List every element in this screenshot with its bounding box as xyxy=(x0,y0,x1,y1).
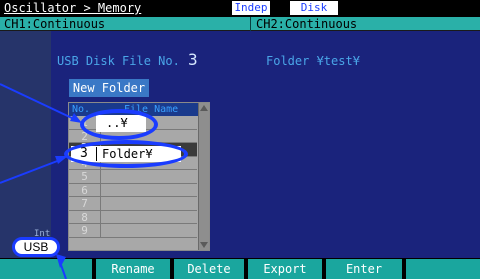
table-row[interactable]: 8 xyxy=(69,210,197,224)
table-row[interactable]: 5 xyxy=(69,170,197,184)
rename-button[interactable]: Rename xyxy=(96,259,170,279)
softkey-6[interactable] xyxy=(406,259,480,279)
softkey-bar: Rename Delete Export Enter xyxy=(0,258,480,279)
table-row[interactable]: 9 xyxy=(69,224,197,238)
scroll-up-icon[interactable] xyxy=(200,105,208,111)
folder-path: Folder ¥test¥ xyxy=(266,54,360,68)
disk-tag: Disk xyxy=(290,1,338,15)
ch1-status: CH1:Continuous xyxy=(4,17,106,31)
channel-divider xyxy=(250,17,251,31)
instrument-screen: Oscillator > Memory Indep Disk CH1:Conti… xyxy=(0,0,480,279)
table-row[interactable]: 7 xyxy=(69,197,197,211)
callout-ellipse-folder xyxy=(64,140,188,168)
file-number: 3 xyxy=(188,50,198,69)
table-row[interactable]: 6 xyxy=(69,183,197,197)
enter-button[interactable]: Enter xyxy=(326,259,402,279)
usb-button[interactable]: USB xyxy=(12,237,60,257)
row-number: 5 xyxy=(69,170,101,183)
callout-ellipse-parent xyxy=(80,109,158,140)
file-label: USB Disk File No. xyxy=(57,54,180,68)
row-number: 9 xyxy=(69,224,101,237)
softkey-1[interactable] xyxy=(0,259,92,279)
ch2-status: CH2:Continuous xyxy=(256,17,358,31)
scroll-down-icon[interactable] xyxy=(200,242,208,248)
breadcrumb: Oscillator > Memory xyxy=(4,1,142,15)
row-number: 6 xyxy=(69,183,101,197)
export-button[interactable]: Export xyxy=(248,259,322,279)
left-side-panel xyxy=(0,31,51,258)
channel-status-bar: CH1:Continuous CH2:Continuous xyxy=(0,17,480,31)
indep-tag: Indep xyxy=(232,1,270,15)
row-number: 8 xyxy=(69,210,101,224)
row-number: 7 xyxy=(69,197,101,210)
table-scrollbar[interactable] xyxy=(198,103,209,250)
new-folder-button[interactable]: New Folder xyxy=(69,79,149,97)
title-bar: Oscillator > Memory Indep Disk xyxy=(0,0,480,17)
delete-button[interactable]: Delete xyxy=(174,259,244,279)
